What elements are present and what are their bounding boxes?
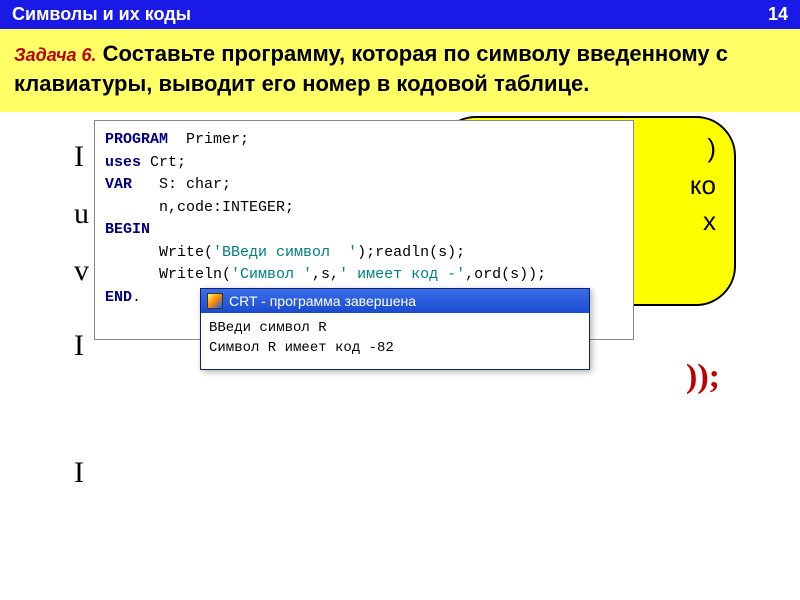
code-line: n,code:INTEGER; <box>105 197 623 220</box>
task-block: Задача 6. Составьте программу, которая п… <box>0 29 800 112</box>
crt-titlebar: CRT - программа завершена <box>201 289 589 313</box>
code-line: BEGIN <box>105 219 623 242</box>
frag: u <box>74 185 89 242</box>
frag: I <box>74 444 89 501</box>
code-line: uses Crt; <box>105 152 623 175</box>
red-fragment: )); <box>686 358 720 396</box>
task-text: Составьте программу, которая по символу … <box>14 41 728 96</box>
crt-output-line: Символ R имеет код -82 <box>209 339 581 359</box>
frag: I <box>74 317 89 374</box>
left-fragments: I u v I I <box>74 128 89 501</box>
content-area: I u v I I ) ко х )); PROGRAM Primer; use… <box>0 112 800 542</box>
crt-output-line: ВВеди символ R <box>209 319 581 339</box>
code-line: Writeln('Символ ',s,' имеет код -',ord(s… <box>105 264 623 287</box>
code-line: PROGRAM Primer; <box>105 129 623 152</box>
app-icon <box>207 293 223 309</box>
crt-title-text: CRT - программа завершена <box>229 293 416 309</box>
crt-body: ВВеди символ R Символ R имеет код -82 <box>201 313 589 368</box>
crt-output-window: CRT - программа завершена ВВеди символ R… <box>200 288 590 369</box>
frag: I <box>74 128 89 185</box>
code-line: VAR S: char; <box>105 174 623 197</box>
task-label: Задача 6. <box>14 45 97 65</box>
slide-header: Символы и их коды 14 <box>0 0 800 29</box>
frag: v <box>74 242 89 299</box>
code-line: Write('ВВеди символ ');readln(s); <box>105 242 623 265</box>
slide-title: Символы и их коды <box>12 4 191 25</box>
slide-page-number: 14 <box>768 4 788 25</box>
